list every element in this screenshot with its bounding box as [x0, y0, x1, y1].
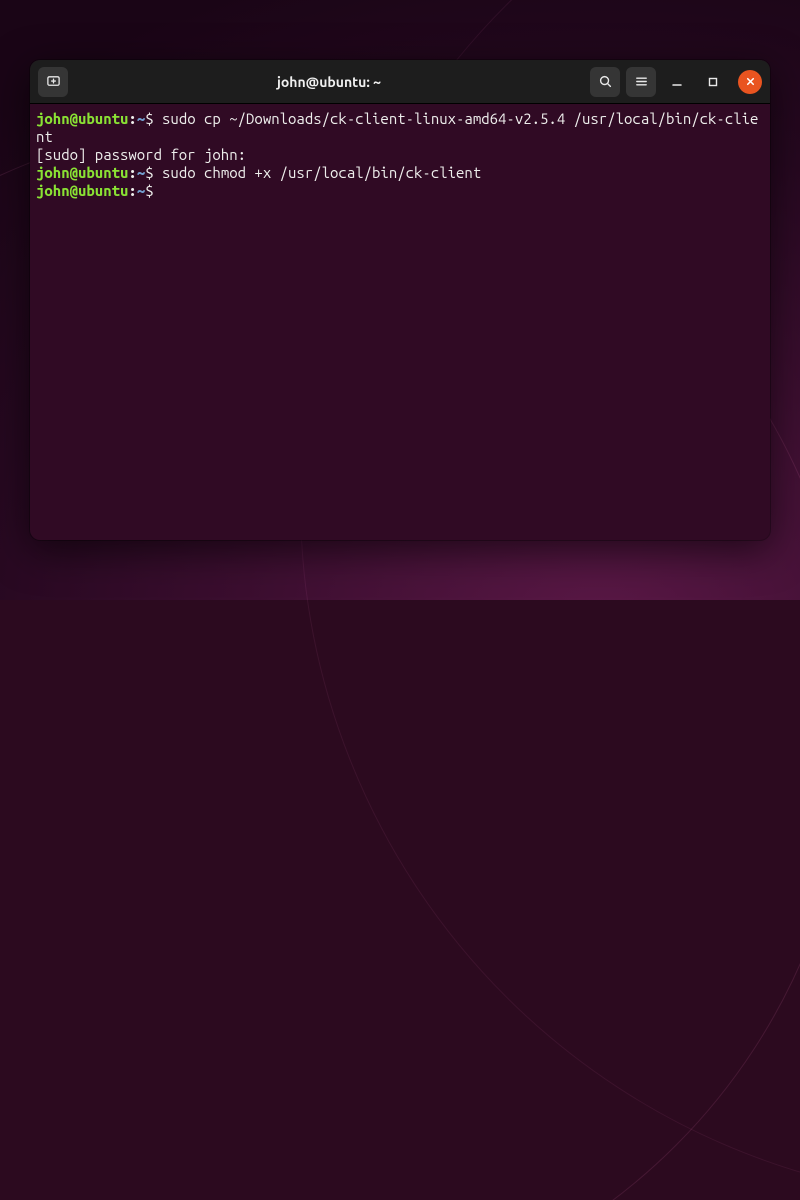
command-text: sudo chmod +x /usr/local/bin/ck-client	[154, 164, 482, 181]
prompt-path: ~	[137, 182, 145, 199]
maximize-icon	[707, 76, 719, 88]
terminal-output-area[interactable]: john@ubuntu:~$ sudo cp ~/Downloads/ck-cl…	[30, 104, 770, 540]
output-text: [sudo] password for john:	[36, 146, 246, 163]
search-icon	[598, 74, 613, 89]
prompt-userhost: john@ubuntu	[36, 182, 128, 199]
prompt-symbol: $	[145, 164, 153, 181]
minimize-icon	[671, 76, 683, 88]
prompt-path: ~	[137, 164, 145, 181]
window-title: john@ubuntu: ~	[68, 74, 590, 90]
prompt-colon: :	[128, 182, 136, 199]
hamburger-icon	[634, 74, 649, 89]
minimize-button[interactable]	[662, 67, 692, 97]
hamburger-menu-button[interactable]	[626, 67, 656, 97]
prompt-symbol: $	[145, 182, 153, 199]
terminal-line: john@ubuntu:~$	[36, 182, 764, 200]
new-tab-button[interactable]	[38, 67, 68, 97]
new-tab-icon	[46, 74, 61, 89]
terminal-window: john@ubuntu: ~	[30, 60, 770, 540]
prompt-colon: :	[128, 164, 136, 181]
terminal-line: john@ubuntu:~$ sudo chmod +x /usr/local/…	[36, 164, 764, 182]
terminal-line: john@ubuntu:~$ sudo cp ~/Downloads/ck-cl…	[36, 110, 764, 146]
prompt-path: ~	[137, 110, 145, 127]
prompt-symbol: $	[145, 110, 153, 127]
search-button[interactable]	[590, 67, 620, 97]
prompt-colon: :	[128, 110, 136, 127]
window-titlebar: john@ubuntu: ~	[30, 60, 770, 104]
maximize-button[interactable]	[698, 67, 728, 97]
close-icon	[745, 76, 756, 87]
prompt-userhost: john@ubuntu	[36, 164, 128, 181]
close-button[interactable]	[738, 70, 762, 94]
prompt-userhost: john@ubuntu	[36, 110, 128, 127]
terminal-line: [sudo] password for john:	[36, 146, 764, 164]
